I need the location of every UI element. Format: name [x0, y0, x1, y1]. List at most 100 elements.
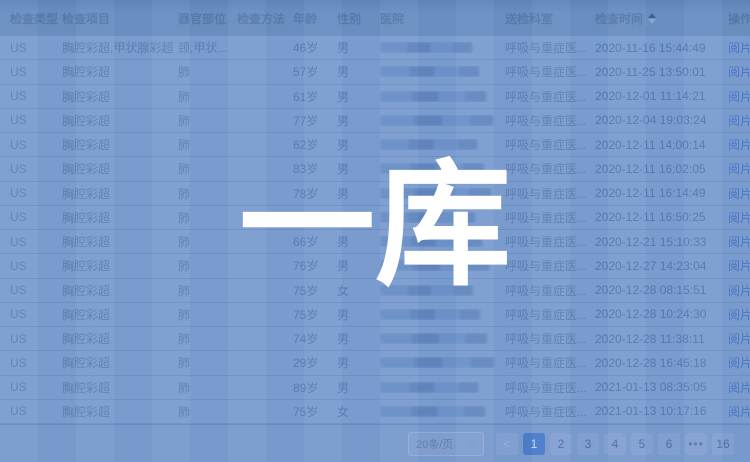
cell-department: 呼吸与重症医...	[505, 185, 595, 202]
view-image-link[interactable]: 阅片	[728, 138, 750, 152]
cell-department: 呼吸与重症医...	[505, 88, 595, 105]
cell-organ: 肺	[178, 257, 237, 274]
cell-exam-time: 2020-12-28 10:24:30	[595, 307, 728, 321]
view-image-link[interactable]: 阅片	[728, 332, 750, 346]
view-image-link[interactable]: 阅片	[728, 211, 750, 225]
view-image-link[interactable]: 阅片	[728, 90, 750, 104]
cell-exam-type: US	[10, 235, 62, 249]
table-row: US胸腔彩超肺77岁男呼吸与重症医...2020-12-04 19:03:24阅…	[0, 109, 750, 133]
cell-hospital	[380, 382, 505, 393]
cell-action: 阅片	[728, 185, 750, 202]
page-button-16[interactable]: 16	[712, 433, 734, 455]
cell-exam-time: 2020-12-27 14:23:04	[595, 259, 728, 273]
cell-exam-time: 2020-12-28 08:15:51	[595, 283, 728, 297]
cell-exam-time: 2020-12-11 14:00:14	[595, 138, 728, 152]
cell-hospital	[380, 285, 505, 296]
page-size-select[interactable]: 20条/页	[408, 432, 484, 456]
view-image-link[interactable]: 阅片	[728, 235, 750, 249]
cell-department: 呼吸与重症医...	[505, 379, 595, 396]
cell-gender: 女	[337, 209, 380, 226]
cell-exam-item: 胸腔彩超	[62, 185, 178, 202]
page-ellipsis[interactable]: •••	[685, 433, 707, 455]
page-button-2[interactable]: 2	[550, 433, 572, 455]
cell-exam-item: 胸腔彩超	[62, 330, 178, 347]
page-button-5[interactable]: 5	[631, 433, 653, 455]
cell-age: 75岁	[293, 306, 337, 323]
cell-hospital	[380, 236, 505, 247]
table-row: US胸腔彩超肺75岁女呼吸与重症医...2020-12-28 08:15:51阅…	[0, 279, 750, 303]
view-image-link[interactable]: 阅片	[728, 356, 750, 370]
view-image-link[interactable]: 阅片	[728, 187, 750, 201]
cell-age: 75岁	[293, 403, 337, 420]
cell-gender: 男	[337, 233, 380, 250]
page-button-1[interactable]: 1	[523, 433, 545, 455]
prev-page-button[interactable]: <	[496, 433, 518, 455]
cell-department: 呼吸与重症医...	[505, 330, 595, 347]
cell-organ: 肺	[178, 88, 237, 105]
cell-organ: 肺	[178, 112, 237, 129]
cell-exam-item: 胸腔彩超	[62, 136, 178, 153]
cell-department: 呼吸与重症医...	[505, 160, 595, 177]
cell-exam-item: 胸腔彩超	[62, 379, 178, 396]
cell-exam-type: US	[10, 283, 62, 297]
cell-age: 57岁	[293, 63, 337, 80]
view-image-link[interactable]: 阅片	[728, 284, 750, 298]
view-image-link[interactable]: 阅片	[728, 114, 750, 128]
table-row: US胸腔彩超肺29岁男呼吸与重症医...2020-12-28 16:45:18阅…	[0, 351, 750, 375]
cell-exam-item: 胸腔彩超	[62, 209, 178, 226]
col-header-label: 送检科室	[505, 10, 553, 27]
col-header-label: 检查项目	[62, 10, 110, 27]
cell-gender: 男	[337, 257, 380, 274]
cell-age: 66岁	[293, 233, 337, 250]
cell-gender: 男	[337, 112, 380, 129]
col-header-label: 检查时间	[595, 10, 643, 27]
cell-exam-type: US	[10, 332, 62, 346]
cell-action: 阅片	[728, 257, 750, 274]
cell-exam-type: US	[10, 404, 62, 418]
cell-department: 呼吸与重症医...	[505, 209, 595, 226]
cell-organ: 肺	[178, 136, 237, 153]
page-button-4[interactable]: 4	[604, 433, 626, 455]
col-header-time[interactable]: 检查时间	[595, 10, 728, 27]
view-image-link[interactable]: 阅片	[728, 308, 750, 322]
col-header-label: 年龄	[293, 10, 317, 27]
table-row: US胸腔彩超肺75岁女呼吸与重症医...2021-01-13 10:17:16阅…	[0, 400, 750, 424]
cell-exam-type: US	[10, 65, 62, 79]
sort-caret-icon[interactable]	[648, 13, 656, 24]
view-image-link[interactable]: 阅片	[728, 41, 750, 55]
cell-age: 75岁	[293, 282, 337, 299]
table-row: US胸腔彩超肺66岁男呼吸与重症医...2020-12-21 15:10:33阅…	[0, 230, 750, 254]
view-image-link[interactable]: 阅片	[728, 405, 750, 419]
cell-gender: 男	[337, 185, 380, 202]
cell-exam-time: 2020-12-11 16:02:05	[595, 162, 728, 176]
cell-age: 61岁	[293, 88, 337, 105]
page-button-6[interactable]: 6	[658, 433, 680, 455]
cell-exam-item: 胸腔彩超	[62, 403, 178, 420]
col-header-label: 器官部位	[178, 10, 226, 27]
cell-exam-type: US	[10, 210, 62, 224]
cell-exam-item: 胸腔彩超	[62, 112, 178, 129]
cell-exam-time: 2020-12-21 15:10:33	[595, 235, 728, 249]
cell-action: 阅片	[728, 306, 750, 323]
cell-exam-item: 胸腔彩超	[62, 63, 178, 80]
cell-age: 89岁	[293, 379, 337, 396]
cell-action: 阅片	[728, 88, 750, 105]
page-button-3[interactable]: 3	[577, 433, 599, 455]
cell-age: 74岁	[293, 330, 337, 347]
cell-hospital	[380, 357, 505, 368]
cell-organ: 肺	[178, 330, 237, 347]
cell-exam-type: US	[10, 356, 62, 370]
col-header-label: 医院	[380, 10, 404, 27]
cell-organ: 肺	[178, 306, 237, 323]
hospital-redacted-block	[380, 406, 485, 417]
view-image-link[interactable]: 阅片	[728, 162, 750, 176]
cell-hospital	[380, 260, 505, 271]
view-image-link[interactable]: 阅片	[728, 259, 750, 273]
cell-exam-type: US	[10, 113, 62, 127]
view-image-link[interactable]: 阅片	[728, 65, 750, 79]
view-image-link[interactable]: 阅片	[728, 381, 750, 395]
col-header-method: 检查方法	[237, 10, 293, 27]
cell-action: 阅片	[728, 136, 750, 153]
hospital-redacted-block	[380, 309, 480, 320]
cell-hospital	[380, 406, 505, 417]
